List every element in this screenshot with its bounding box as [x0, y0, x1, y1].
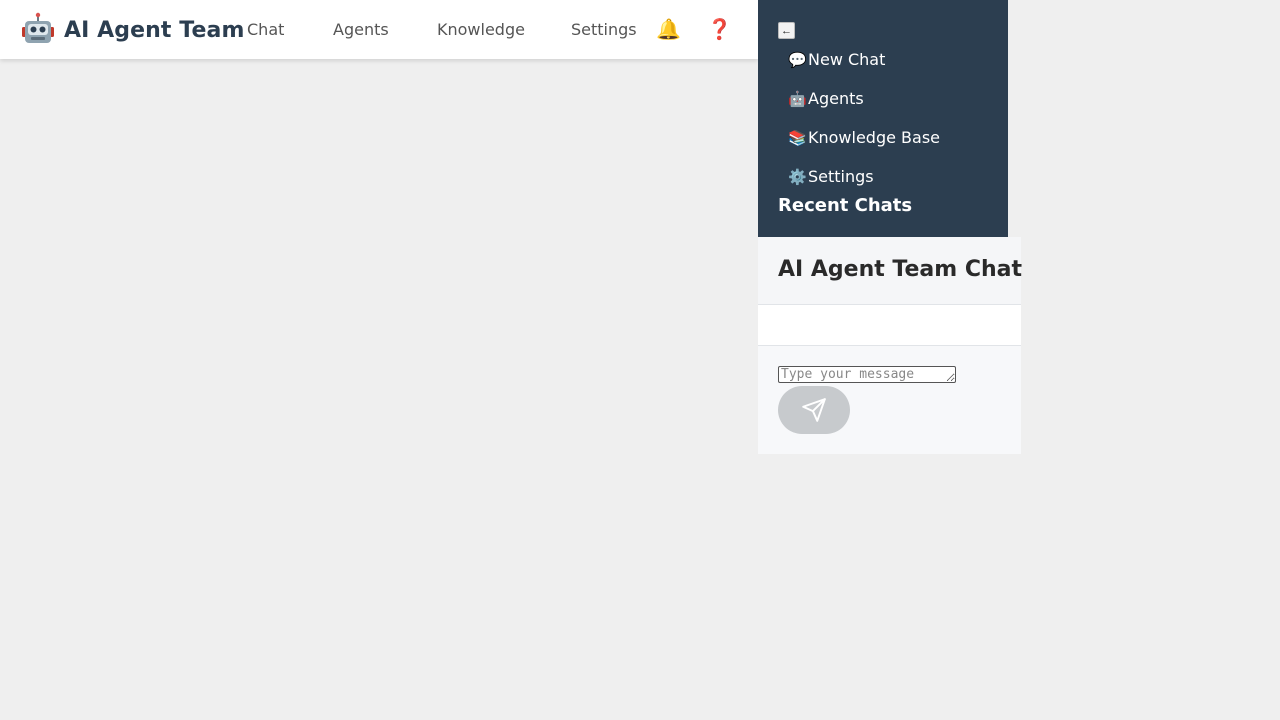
sidebar-item-knowledge-base[interactable]: 📚 Knowledge Base [788, 128, 940, 147]
sidebar-item-label: New Chat [808, 50, 886, 69]
nav-agents[interactable]: Agents [333, 20, 389, 39]
bell-icon[interactable]: 🔔 [656, 17, 681, 41]
sidebar-collapse-button[interactable]: ← [778, 22, 795, 39]
speech-bubble-icon: 💬 [788, 50, 807, 69]
paper-plane-icon [801, 397, 827, 423]
gear-icon: ⚙️ [788, 167, 807, 186]
message-input[interactable] [778, 366, 956, 383]
robot-icon [20, 12, 56, 48]
chat-header: AI Agent Team Chat [758, 237, 1023, 305]
sidebar-item-label: Knowledge Base [808, 128, 940, 147]
nav-settings[interactable]: Settings [571, 20, 637, 39]
books-icon: 📚 [788, 128, 807, 147]
sidebar-item-new-chat[interactable]: 💬 New Chat [788, 50, 885, 69]
robot-icon: 🤖 [788, 89, 807, 108]
chat-messages-area [758, 305, 1021, 346]
nav-knowledge[interactable]: Knowledge [437, 20, 525, 39]
sidebar-item-label: Agents [808, 89, 864, 108]
app-title: AI Agent Team [64, 17, 245, 43]
chat-title: AI Agent Team Chat [778, 257, 1023, 282]
chat-panel: AI Agent Team Chat [758, 237, 1023, 454]
recent-chats-heading: Recent Chats [778, 195, 913, 216]
question-mark-icon[interactable]: ❓ [707, 17, 732, 41]
sidebar-item-label: Settings [808, 167, 874, 186]
sidebar-item-agents[interactable]: 🤖 Agents [788, 89, 864, 108]
brand[interactable]: AI Agent Team [20, 12, 244, 48]
send-button[interactable] [778, 386, 850, 434]
sidebar-item-settings[interactable]: ⚙️ Settings [788, 167, 874, 186]
top-header: AI Agent Team Chat Agents Knowledge Sett… [0, 0, 758, 59]
sidebar: ← 💬 New Chat 🤖 Agents 📚 Knowledge Base ⚙… [758, 0, 1008, 237]
nav-chat[interactable]: Chat [247, 20, 284, 39]
